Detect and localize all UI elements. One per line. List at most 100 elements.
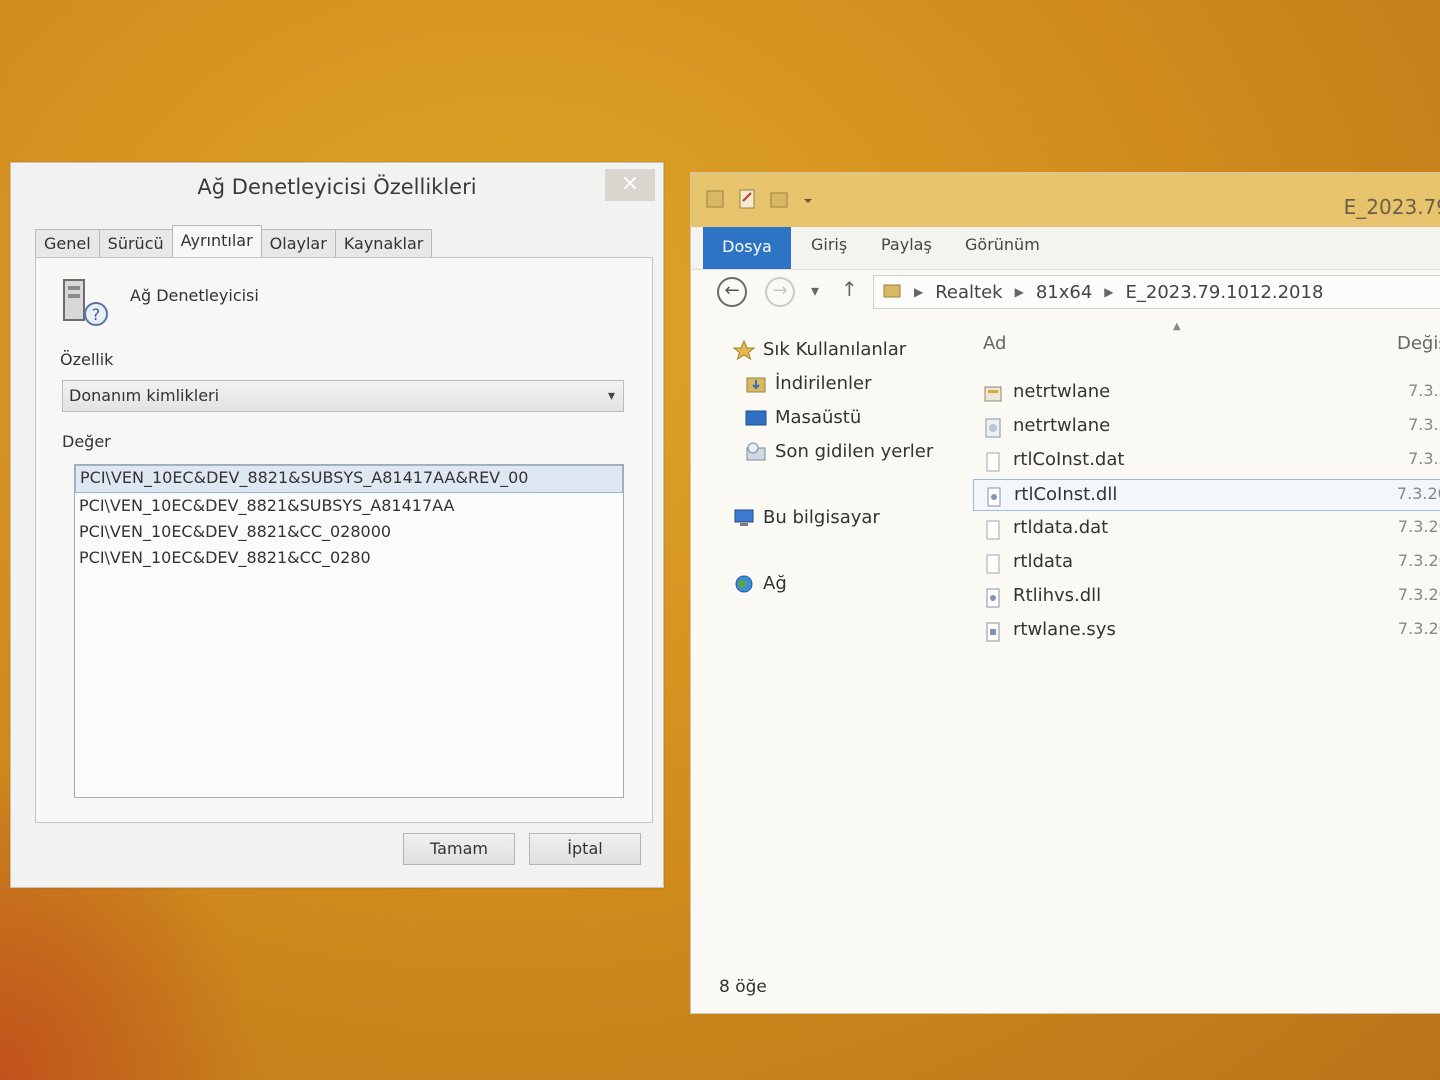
network-globe-icon xyxy=(733,574,755,594)
dll-file-icon xyxy=(983,587,1003,609)
ribbon-tabs: Dosya Giriş Paylaş Görünüm xyxy=(691,227,1440,270)
file-name: netrtwlane xyxy=(1013,381,1111,402)
computer-icon xyxy=(733,508,755,528)
nav-favorites[interactable]: Sık Kullanılanlar xyxy=(732,339,907,360)
up-arrow-icon[interactable]: ↑ xyxy=(841,277,858,301)
dialog-title: Ağ Denetleyicisi Özellikleri xyxy=(197,175,477,199)
file-row[interactable]: netrtwlane 7.3.20 xyxy=(973,377,1440,409)
breadcrumb-item[interactable]: Realtek xyxy=(935,282,1002,303)
file-name: rtlCoInst.dat xyxy=(1013,449,1125,470)
nav-label: Ağ xyxy=(763,573,787,594)
file-row[interactable]: Rtlihvs.dll 7.3.202 xyxy=(973,581,1440,613)
file-name: Rtlihvs.dll xyxy=(1013,585,1102,606)
breadcrumb-item[interactable]: 81x64 xyxy=(1036,282,1092,303)
customize-toolbar-icon[interactable] xyxy=(801,187,823,211)
sort-up-icon: ▲ xyxy=(1173,321,1181,332)
arrow-right-icon: → xyxy=(772,280,788,301)
setup-info-icon xyxy=(983,383,1003,405)
breadcrumb-item[interactable]: E_2023.79.1012.2018 xyxy=(1126,282,1324,303)
file-name: rtldata.dat xyxy=(1013,517,1109,538)
dialog-tabs: Genel Sürücü Ayrıntılar Olaylar Kaynakla… xyxy=(35,225,433,258)
dll-file-icon xyxy=(984,486,1004,508)
nav-label: Sık Kullanılanlar xyxy=(763,339,907,360)
nav-label: Son gidilen yerler xyxy=(775,441,934,462)
title-bar: E_2023.79 xyxy=(691,173,1440,227)
nav-downloads[interactable]: İndirilenler xyxy=(745,373,872,394)
forward-button[interactable]: → xyxy=(765,277,795,307)
status-bar-item-count: 8 öğe xyxy=(719,977,767,997)
value-label: Değer xyxy=(62,432,111,451)
nav-label: Masaüstü xyxy=(775,407,862,428)
file-date: 7.3.20 xyxy=(1408,449,1440,468)
tab-general[interactable]: Genel xyxy=(35,229,100,258)
tab-view[interactable]: Görünüm xyxy=(965,235,1040,254)
catalog-icon xyxy=(983,417,1003,439)
properties-dialog: Ağ Denetleyicisi Özellikleri × Genel Sür… xyxy=(10,162,664,888)
file-row[interactable]: rtwlane.sys 7.3.202 xyxy=(973,615,1440,647)
network-adapter-icon: ? xyxy=(58,276,110,328)
property-dropdown[interactable]: Donanım kimlikleri ▾ xyxy=(62,380,624,412)
tab-driver[interactable]: Sürücü xyxy=(98,229,173,258)
quick-access-toolbar xyxy=(705,187,823,211)
nav-recent-places[interactable]: Son gidilen yerler xyxy=(745,441,933,462)
properties-icon[interactable] xyxy=(737,187,759,211)
list-item[interactable]: PCI\VEN_10EC&DEV_8821&SUBSYS_A81417AA&RE… xyxy=(75,465,623,493)
tab-resources[interactable]: Kaynaklar xyxy=(334,229,433,258)
tab-home[interactable]: Giriş xyxy=(811,235,847,254)
file-date: 7.3.202 xyxy=(1396,484,1440,503)
property-label: Özellik xyxy=(60,350,114,369)
tab-share[interactable]: Paylaş xyxy=(881,235,932,254)
new-folder-icon[interactable] xyxy=(769,187,791,211)
chevron-right-icon: ▶ xyxy=(1014,285,1024,299)
list-item[interactable]: PCI\VEN_10EC&DEV_8821&CC_028000 xyxy=(75,519,623,545)
back-button[interactable]: ← xyxy=(717,277,747,307)
file-name: rtwlane.sys xyxy=(1013,619,1116,640)
file-name: rtldata xyxy=(1013,551,1074,572)
tab-events[interactable]: Olaylar xyxy=(260,229,336,258)
list-item[interactable]: PCI\VEN_10EC&DEV_8821&CC_0280 xyxy=(75,545,623,571)
tab-details[interactable]: Ayrıntılar xyxy=(171,225,262,258)
desktop-icon xyxy=(745,408,767,428)
value-list[interactable]: PCI\VEN_10EC&DEV_8821&SUBSYS_A81417AA&RE… xyxy=(74,464,624,798)
file-name: netrtwlane xyxy=(1013,415,1111,436)
file-date: 7.3.202 xyxy=(1397,619,1440,638)
svg-text:?: ? xyxy=(92,305,101,324)
downloads-folder-icon xyxy=(745,374,767,394)
property-selected-value: Donanım kimlikleri xyxy=(69,386,220,405)
recent-places-icon xyxy=(745,442,767,462)
nav-desktop[interactable]: Masaüstü xyxy=(745,407,861,428)
arrow-left-icon: ← xyxy=(724,280,740,301)
recent-locations-icon[interactable]: ▾ xyxy=(811,281,819,300)
device-name: Ağ Denetleyicisi xyxy=(130,286,259,305)
chevron-right-icon: ▶ xyxy=(1104,285,1114,299)
list-item[interactable]: PCI\VEN_10EC&DEV_8821&SUBSYS_A81417AA xyxy=(75,493,623,519)
blank-file-icon xyxy=(983,553,1003,575)
file-explorer-window: E_2023.79 Dosya Giriş Paylaş Görünüm ← →… xyxy=(690,172,1440,1014)
file-row[interactable]: rtldata.dat 7.3.202 xyxy=(973,513,1440,545)
details-panel: ? Ağ Denetleyicisi Özellik Donanım kimli… xyxy=(35,257,653,823)
nav-this-pc[interactable]: Bu bilgisayar xyxy=(733,507,880,528)
file-date: 7.3.20 xyxy=(1408,415,1440,434)
nav-label: İndirilenler xyxy=(775,373,872,394)
address-bar: ← → ▾ ↑ ▶ Realtek ▶ 81x64 ▶ E_2023.79.10… xyxy=(691,269,1440,317)
close-button[interactable]: × xyxy=(605,169,655,201)
file-date: 7.3.20 xyxy=(1408,381,1440,400)
folder-icon[interactable] xyxy=(705,187,727,211)
file-row-selected[interactable]: rtlCoInst.dll 7.3.202 xyxy=(973,479,1440,511)
file-row[interactable]: rtlCoInst.dat 7.3.20 xyxy=(973,445,1440,477)
folder-icon xyxy=(882,280,902,305)
column-header-name[interactable]: Ad xyxy=(983,333,1006,354)
ok-button[interactable]: Tamam xyxy=(403,833,515,865)
file-row[interactable]: rtldata 7.3.202 xyxy=(973,547,1440,579)
column-header-date[interactable]: Değiş xyxy=(1397,333,1440,354)
file-name: rtlCoInst.dll xyxy=(1014,484,1118,505)
tab-file[interactable]: Dosya xyxy=(703,227,791,269)
nav-label: Bu bilgisayar xyxy=(763,507,880,528)
breadcrumb[interactable]: ▶ Realtek ▶ 81x64 ▶ E_2023.79.1012.2018 xyxy=(873,275,1440,309)
cancel-button[interactable]: İptal xyxy=(529,833,641,865)
chevron-right-icon: ▶ xyxy=(914,285,924,299)
nav-network[interactable]: Ağ xyxy=(733,573,787,594)
file-row[interactable]: netrtwlane 7.3.20 xyxy=(973,411,1440,443)
chevron-down-icon: ▾ xyxy=(607,388,615,404)
window-title: E_2023.79 xyxy=(1343,195,1440,219)
